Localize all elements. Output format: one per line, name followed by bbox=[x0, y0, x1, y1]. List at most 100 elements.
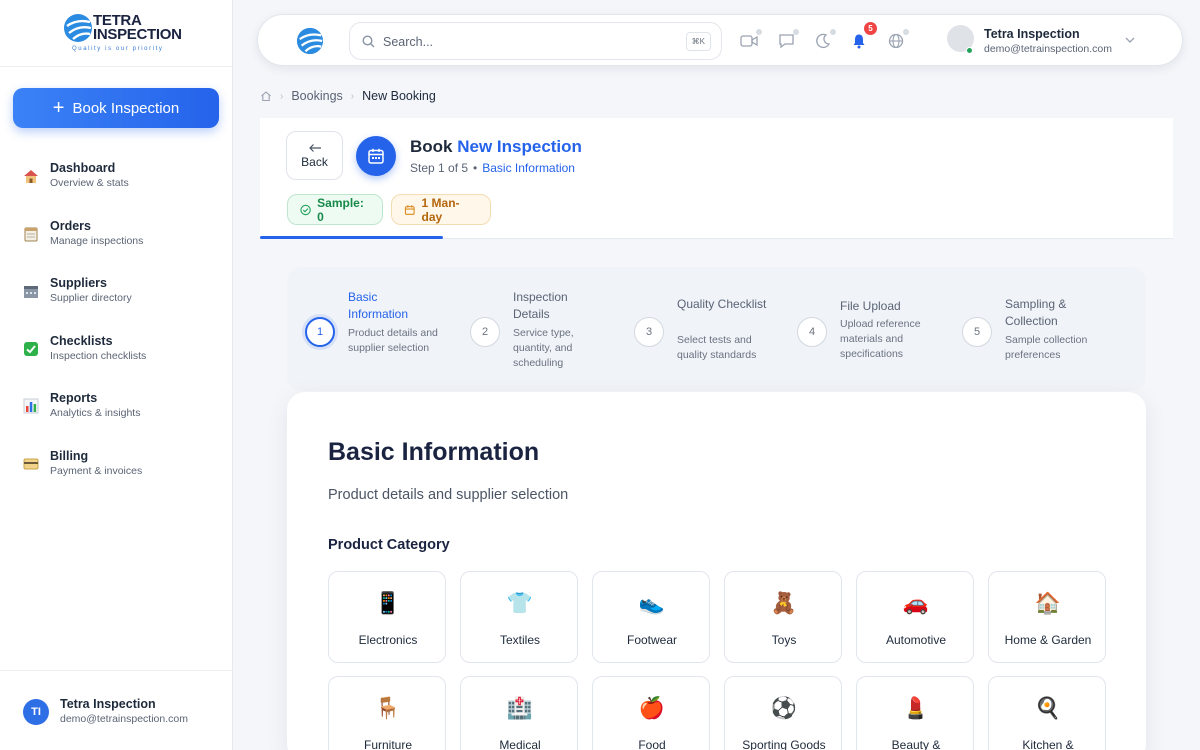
sidebar-item-suppliers[interactable]: Suppliers Supplier directory bbox=[0, 267, 233, 325]
brand-tagline: Quality is our priority bbox=[72, 46, 164, 52]
logo-mark-icon[interactable] bbox=[296, 27, 324, 55]
category-automotive[interactable]: 🚗 Automotive bbox=[856, 571, 974, 663]
globe-icon[interactable] bbox=[886, 29, 909, 51]
notification-badge: 5 bbox=[864, 22, 877, 35]
online-status-dot bbox=[966, 47, 973, 54]
category-label: Kitchen & bbox=[1022, 738, 1074, 750]
sidebar-item-title: Checklists bbox=[50, 333, 113, 348]
sidebar-item-title: Orders bbox=[50, 218, 91, 233]
category-label: Electronics bbox=[358, 633, 418, 647]
book-inspection-label: Book Inspection bbox=[72, 99, 180, 117]
breadcrumb-current: New Booking bbox=[362, 89, 436, 103]
sidebar-item-dashboard[interactable]: Dashboard Overview & stats bbox=[0, 152, 233, 210]
house-icon bbox=[22, 167, 40, 185]
step-description: Product details and supplier selection bbox=[348, 327, 438, 354]
moon-icon[interactable] bbox=[813, 29, 836, 51]
check-icon bbox=[22, 340, 40, 358]
apple-icon: 🍎 bbox=[638, 696, 666, 720]
category-sporting-goods[interactable]: ⚽ Sporting Goods bbox=[724, 676, 842, 750]
brand-name: TETRA INSPECTION bbox=[93, 13, 182, 42]
category-label: Toys bbox=[771, 633, 797, 647]
step-title: Sampling & Collection bbox=[1005, 297, 1067, 328]
step-title: Basic Information bbox=[348, 290, 409, 321]
search-icon bbox=[362, 35, 375, 48]
chevron-down-icon[interactable] bbox=[1124, 35, 1136, 45]
shirt-icon: 👕 bbox=[506, 591, 534, 615]
logo-mark-icon bbox=[64, 14, 92, 42]
sidebar-item-subtitle: Manage inspections bbox=[50, 234, 144, 247]
man-day-label: 1 Man-day bbox=[421, 195, 460, 224]
category-home-garden[interactable]: 🏠 Home & Garden bbox=[988, 571, 1106, 663]
search-box: ⌘K bbox=[349, 22, 722, 60]
category-label: Food bbox=[638, 738, 666, 750]
category-label: Footwear bbox=[626, 633, 678, 647]
smartphone-icon: 📱 bbox=[374, 591, 402, 615]
sidebar-nav: Dashboard Overview & stats Orders Manage i… bbox=[0, 152, 233, 497]
category-kitchen[interactable]: 🍳 Kitchen & bbox=[988, 676, 1106, 750]
sidebar-item-reports[interactable]: Reports Analytics & insights bbox=[0, 382, 233, 440]
category-beauty[interactable]: 💄 Beauty & bbox=[856, 676, 974, 750]
sidebar-item-title: Billing bbox=[50, 448, 89, 463]
chart-icon bbox=[22, 397, 40, 415]
step-description: Upload reference materials and specifica… bbox=[840, 318, 921, 360]
brand-logo[interactable]: TETRA INSPECTION Quality is our priority bbox=[0, 0, 232, 67]
topbar-user-name[interactable]: Tetra Inspection bbox=[984, 27, 1080, 41]
arrow-left-icon bbox=[308, 143, 321, 152]
product-category-label: Product Category bbox=[328, 537, 450, 553]
step-title: Quality Checklist bbox=[677, 297, 767, 311]
status-dot bbox=[793, 29, 799, 35]
step-indicator: Step 1 of 5 • Basic Information bbox=[410, 161, 575, 175]
breadcrumb-bookings[interactable]: Bookings bbox=[291, 89, 342, 103]
sidebar-item-billing[interactable]: Billing Payment & invoices bbox=[0, 440, 233, 498]
sidebar-item-orders[interactable]: Orders Manage inspections bbox=[0, 210, 233, 268]
category-food[interactable]: 🍎 Food bbox=[592, 676, 710, 750]
category-label: Automotive bbox=[885, 633, 947, 647]
sidebar-item-title: Suppliers bbox=[50, 276, 107, 290]
step-number: 5 bbox=[962, 317, 992, 347]
search-shortcut: ⌘K bbox=[685, 32, 711, 51]
card-icon bbox=[22, 455, 40, 473]
category-toys[interactable]: 🧸 Toys bbox=[724, 571, 842, 663]
home-icon[interactable] bbox=[260, 90, 272, 102]
section-subtitle: Product details and supplier selection bbox=[328, 487, 569, 503]
breadcrumb: › Bookings › New Booking bbox=[260, 88, 436, 104]
step-description: Select tests and quality standards bbox=[677, 334, 757, 361]
factory-icon bbox=[22, 282, 40, 300]
video-icon[interactable] bbox=[739, 29, 762, 51]
step-count: Step 1 of 5 bbox=[410, 161, 469, 175]
chair-icon: 🪑 bbox=[374, 696, 402, 720]
sidebar-user-name: Tetra Inspection bbox=[60, 697, 156, 711]
sidebar-user-profile[interactable]: TI Tetra Inspection demo@tetrainspection… bbox=[0, 670, 233, 750]
chat-icon[interactable] bbox=[776, 29, 799, 51]
category-electronics[interactable]: 📱 Electronics bbox=[328, 571, 446, 663]
category-furniture[interactable]: 🪑 Furniture bbox=[328, 676, 446, 750]
booking-stepper: 1 Basic Information Product details and … bbox=[287, 267, 1146, 391]
chevron-right-icon: › bbox=[350, 90, 355, 102]
sample-count-badge: Sample: 0 bbox=[287, 194, 383, 225]
sidebar: TETRA INSPECTION Quality is our priority… bbox=[0, 0, 233, 750]
search-input[interactable] bbox=[383, 32, 673, 52]
bell-icon[interactable]: 5 bbox=[849, 22, 877, 51]
category-footwear[interactable]: 👟 Footwear bbox=[592, 571, 710, 663]
sidebar-item-checklists[interactable]: Checklists Inspection checklists bbox=[0, 325, 233, 383]
car-icon: 🚗 bbox=[902, 591, 930, 615]
book-inspection-button[interactable]: + Book Inspection bbox=[13, 88, 219, 128]
section-title: Basic Information bbox=[328, 438, 540, 466]
avatar: TI bbox=[23, 699, 49, 725]
page-title-prefix: Book bbox=[410, 137, 453, 156]
hospital-icon: 🏥 bbox=[506, 696, 534, 720]
step-description: Sample collection preferences bbox=[1005, 334, 1088, 361]
page-title: Book New Inspection bbox=[410, 137, 582, 157]
sidebar-item-subtitle: Overview & stats bbox=[50, 177, 129, 189]
calendar-icon bbox=[404, 204, 415, 215]
sidebar-user-email: demo@tetrainspection.com bbox=[60, 713, 188, 725]
category-label: Home & Garden bbox=[1004, 633, 1092, 647]
plus-icon: + bbox=[52, 97, 65, 119]
status-dot bbox=[903, 29, 909, 35]
back-button[interactable]: Back bbox=[286, 131, 343, 180]
category-medical[interactable]: 🏥 Medical bbox=[460, 676, 578, 750]
chevron-right-icon: › bbox=[280, 90, 284, 102]
category-label: Medical bbox=[499, 738, 541, 750]
category-textiles[interactable]: 👕 Textiles bbox=[460, 571, 578, 663]
step-number: 3 bbox=[634, 317, 664, 347]
